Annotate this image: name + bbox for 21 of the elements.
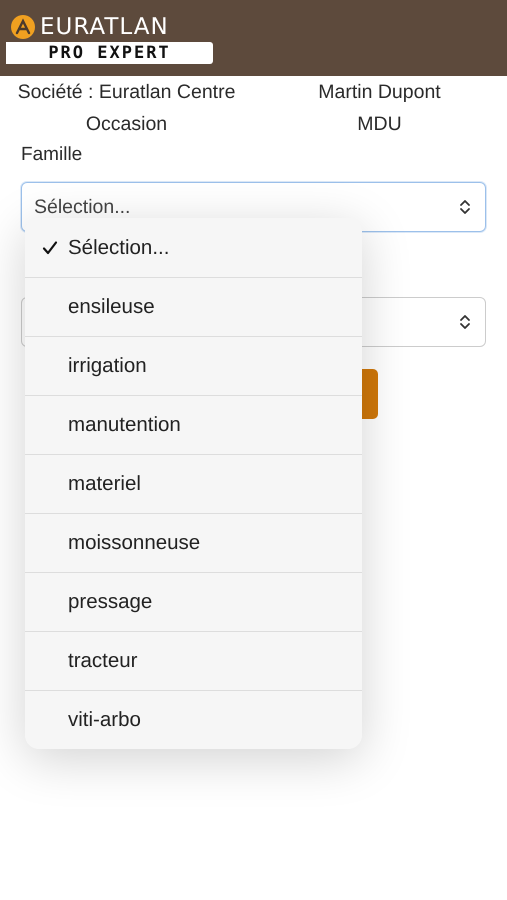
menu-option[interactable]: moissonneuse: [25, 513, 362, 572]
menu-option[interactable]: ensileuse: [25, 277, 362, 336]
select-field[interactable]: Sélection...: [21, 182, 486, 232]
info-text: MDU: [356, 112, 403, 136]
field-label: Famille: [21, 143, 84, 167]
checkmark-icon: [42, 240, 58, 256]
logo-title: EURATLAN: [40, 14, 169, 40]
chevron-icon: [459, 198, 471, 216]
info-text: Occasion: [84, 112, 168, 136]
menu-option[interactable]: materiel: [25, 454, 362, 513]
logo-icon: [10, 14, 36, 40]
menu-option[interactable]: irrigation: [25, 336, 362, 395]
menu-option[interactable]: viti-arbo: [25, 690, 362, 749]
info-text: Martin Dupont: [317, 80, 442, 104]
menu-option[interactable]: tracteur: [25, 631, 362, 690]
menu-option[interactable]: pressage: [25, 572, 362, 631]
info-text: Société : Euratlan Centre: [16, 80, 236, 104]
chevron-icon: [459, 313, 471, 331]
menu-option[interactable]: manutention: [25, 395, 362, 454]
logo-subtitle: PRO EXPERT: [6, 42, 213, 64]
menu-option[interactable]: Sélection...: [25, 218, 362, 277]
